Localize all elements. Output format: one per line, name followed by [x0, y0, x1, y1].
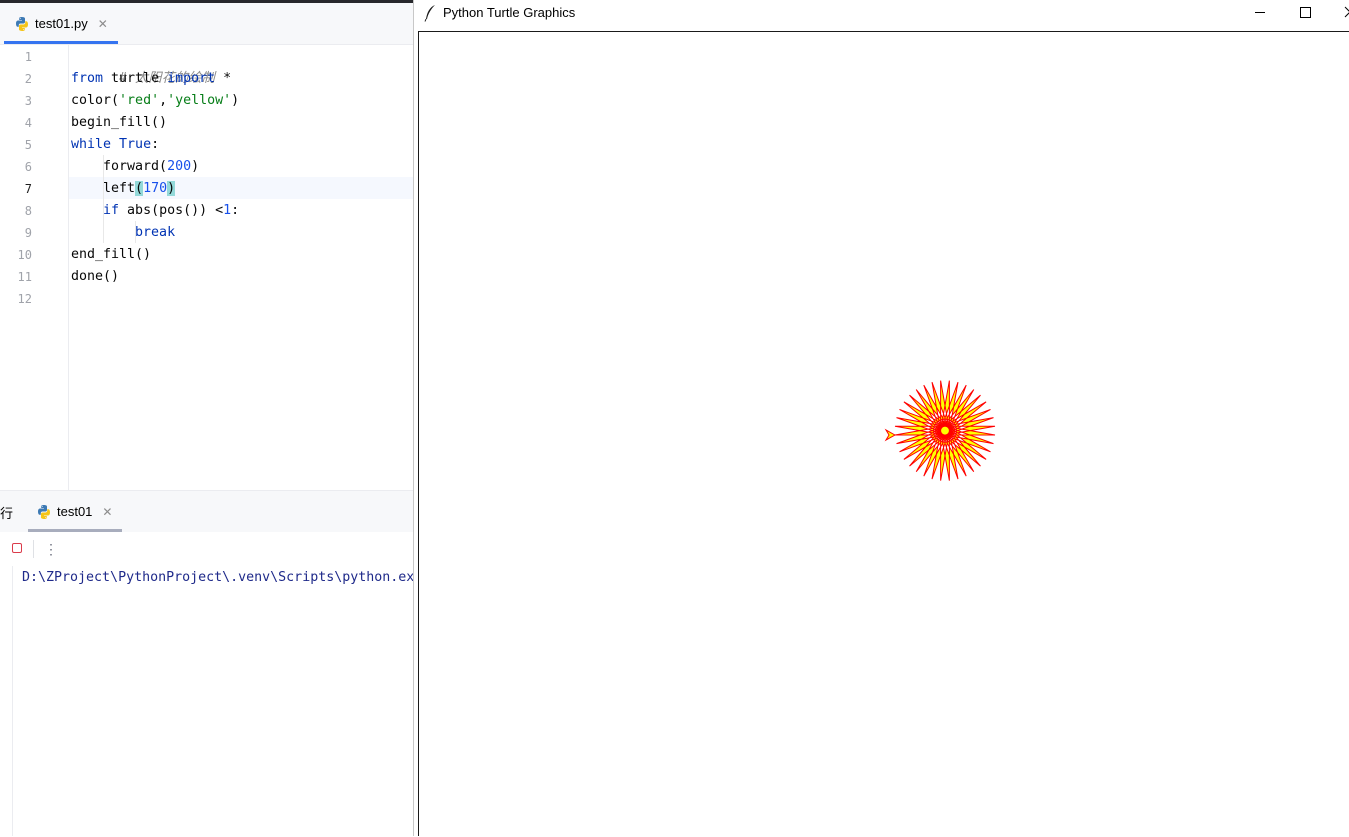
- keyword: True: [119, 137, 152, 152]
- code-line-7: left(170): [71, 178, 176, 200]
- string-literal: 'red': [119, 93, 160, 108]
- code-line-3: color('red','yellow'): [71, 90, 239, 112]
- console-output-line: D:\ZProject\PythonProject\.venv\Scripts\…: [22, 570, 413, 585]
- code-line-2: from turtle import *: [71, 68, 231, 90]
- minimize-icon[interactable]: [1238, 0, 1282, 26]
- punctuation: ,: [159, 93, 168, 108]
- keyword: import: [167, 71, 216, 86]
- python-file-icon: [14, 16, 30, 32]
- turtle-arrow-icon: [884, 428, 897, 442]
- line-number: 10: [17, 248, 32, 262]
- keyword: while: [71, 137, 112, 152]
- stop-icon[interactable]: [12, 543, 22, 553]
- line-number: 8: [24, 204, 32, 218]
- line-number: 1: [24, 50, 32, 64]
- code-line-11: done(): [71, 269, 120, 284]
- run-tab-label: test01: [57, 504, 93, 519]
- close-run-tab-icon[interactable]: ✕: [102, 505, 112, 519]
- identifier: forward(: [71, 159, 168, 174]
- run-tool-window-label[interactable]: 行: [0, 503, 13, 522]
- punctuation: ): [231, 93, 240, 108]
- matched-paren: ): [167, 181, 176, 196]
- number-literal: 1: [223, 203, 232, 218]
- matched-paren: (: [135, 181, 144, 196]
- punctuation: :: [231, 203, 240, 218]
- turtle-graphics-window: Python Turtle Graphics: [413, 0, 1349, 836]
- code-line-5: while True:: [71, 134, 159, 156]
- line-number: 12: [17, 292, 32, 306]
- window-title: Python Turtle Graphics: [443, 5, 576, 20]
- line-number: 3: [24, 94, 32, 108]
- maximize-icon[interactable]: [1283, 0, 1327, 26]
- ide-window: test01.py ✕ 1 2 3 4 5 6 7 8 9 10 11 12 #…: [0, 0, 413, 836]
- run-tab-test01[interactable]: test01 ✕: [28, 491, 122, 532]
- identifier: left: [71, 181, 136, 196]
- close-window-icon[interactable]: [1328, 0, 1349, 26]
- identifier: abs(pos()) <: [119, 203, 224, 218]
- run-toolbar: ⋮: [0, 532, 413, 566]
- turtle-canvas: [884, 380, 996, 481]
- console-gutter: [0, 566, 13, 836]
- keyword: break: [71, 225, 176, 240]
- editor-tab-label: test01.py: [35, 16, 88, 31]
- window-titlebar: Python Turtle Graphics: [414, 0, 1349, 31]
- punctuation: ): [191, 159, 200, 174]
- keyword: from: [71, 71, 104, 86]
- line-number-gutter: 1 2 3 4 5 6 7 8 9 10 11 12: [0, 45, 69, 490]
- editor-tab-test01-py[interactable]: test01.py ✕: [4, 3, 118, 44]
- feather-icon: [424, 5, 435, 22]
- python-run-config-icon: [36, 504, 52, 520]
- line-number: 5: [24, 138, 32, 152]
- code-line-9: break: [71, 222, 175, 244]
- toolbar-separator: [33, 540, 34, 558]
- keyword: if: [71, 203, 120, 218]
- more-options-icon[interactable]: ⋮: [44, 538, 58, 560]
- code-line-10: end_fill(): [71, 247, 152, 262]
- line-number: 9: [24, 226, 32, 240]
- number-literal: 200: [167, 159, 192, 174]
- identifier: turtle: [103, 71, 168, 86]
- identifier: color(: [71, 93, 120, 108]
- active-tab-indicator: [4, 41, 118, 44]
- code-line-6: forward(200): [71, 156, 199, 178]
- line-number-current: 7: [24, 182, 32, 196]
- line-number: 2: [24, 72, 32, 86]
- punctuation: :: [151, 137, 160, 152]
- turtle-canvas-frame: [418, 31, 1349, 836]
- string-literal: 'yellow': [167, 93, 232, 108]
- line-number: 4: [24, 116, 32, 130]
- code-line-8: if abs(pos()) <1:: [71, 200, 239, 222]
- identifier: *: [215, 71, 232, 86]
- number-literal: 170: [143, 181, 168, 196]
- code-editor[interactable]: # 太阳花的绘制 from turtle import * color('red…: [69, 45, 413, 490]
- run-panel-header: 行 test01 ✕: [0, 490, 413, 532]
- code-line-1: # 太阳花的绘制: [71, 46, 215, 86]
- close-tab-icon[interactable]: ✕: [98, 17, 108, 31]
- code-line-4: begin_fill(): [71, 115, 168, 130]
- line-number: 6: [24, 160, 32, 174]
- line-number: 11: [17, 270, 32, 284]
- editor-tab-bar: test01.py ✕: [0, 3, 413, 45]
